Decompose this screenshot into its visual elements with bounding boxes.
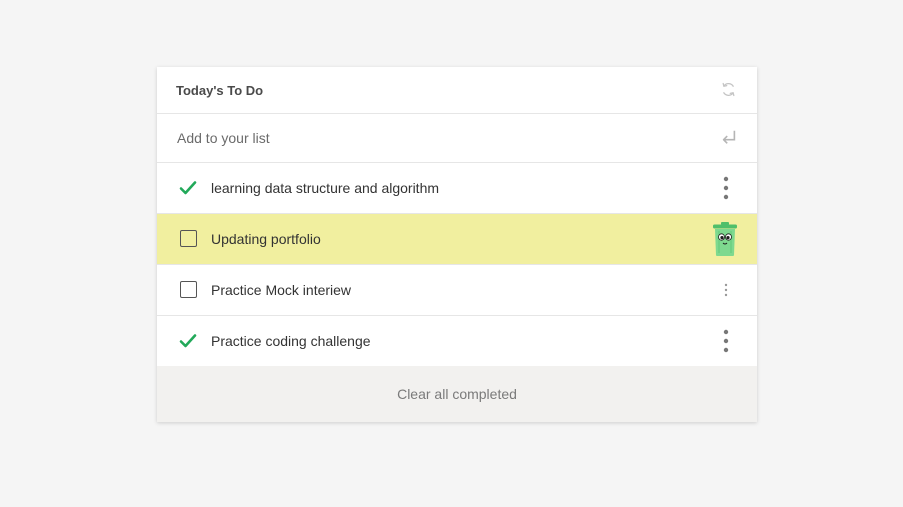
checkmark-icon[interactable] (179, 179, 197, 197)
todo-item[interactable]: Updating portfolio (157, 214, 757, 265)
todo-item[interactable]: learning data structure and algorithm (157, 163, 757, 214)
more-vertical-icon[interactable] (716, 175, 736, 201)
todo-checkbox[interactable] (180, 281, 197, 298)
todo-item-label: learning data structure and algorithm (211, 180, 440, 196)
todo-footer: Clear all completed (157, 366, 757, 422)
checkmark-icon[interactable] (179, 332, 197, 350)
todo-item-label: Practice Mock interiew (211, 282, 352, 298)
todo-card: Today's To Do learning data structure an… (157, 67, 757, 422)
refresh-icon[interactable] (720, 81, 737, 98)
add-item-row (157, 114, 757, 163)
trash-can-icon[interactable] (712, 221, 738, 257)
clear-completed-button[interactable]: Clear all completed (157, 366, 757, 422)
page-title: Today's To Do (176, 83, 264, 98)
todo-item-label: Updating portfolio (211, 231, 321, 247)
todo-item-label: Practice coding challenge (211, 333, 371, 349)
todo-checkbox[interactable] (180, 230, 197, 247)
enter-return-icon[interactable] (720, 128, 738, 146)
todo-item[interactable]: Practice Mock interiew (157, 265, 757, 316)
more-vertical-icon[interactable] (716, 328, 736, 354)
todo-item[interactable]: Practice coding challenge (157, 316, 757, 366)
more-vertical-icon[interactable] (716, 277, 736, 303)
todo-header: Today's To Do (157, 67, 757, 114)
add-item-input[interactable] (177, 127, 697, 149)
